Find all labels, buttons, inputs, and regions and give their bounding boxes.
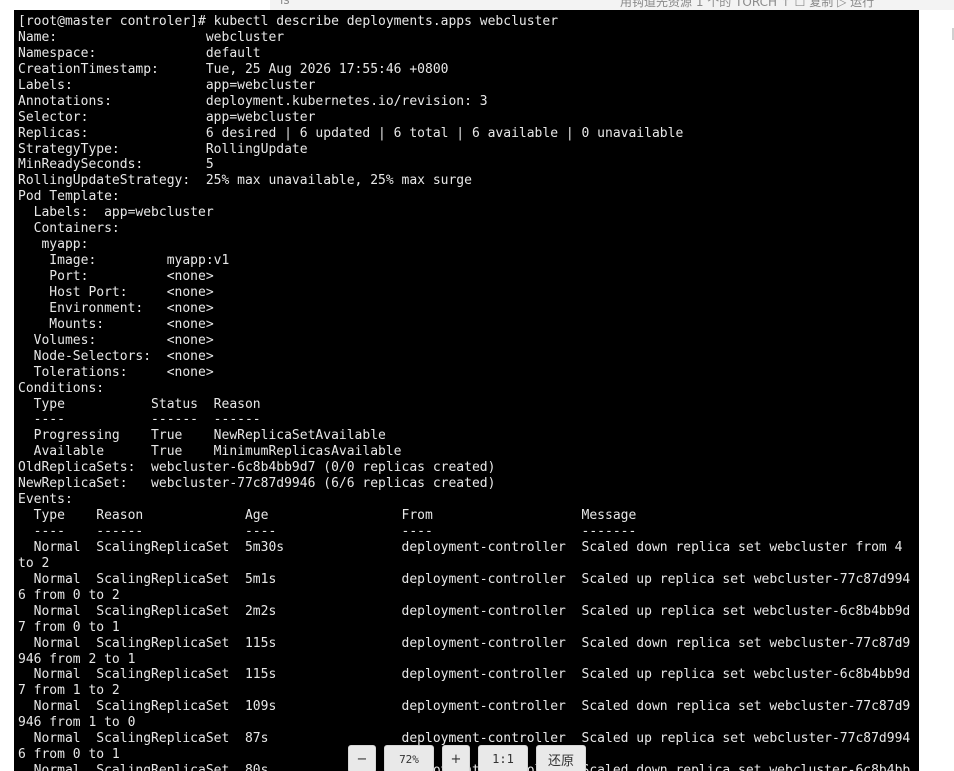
actual-size-button[interactable]: 1:1	[478, 745, 528, 771]
terminal-line: Volumes: <none>	[18, 332, 214, 348]
terminal-line: Available True MinimumReplicasAvailable	[18, 444, 402, 460]
terminal-line: ---- ------ ---- ---- -------	[18, 524, 637, 539]
terminal-line: Containers:	[18, 221, 120, 237]
terminal-line: Progressing True NewReplicaSetAvailable	[18, 428, 386, 444]
terminal-lines: [root@master controler]# kubectl describ…	[18, 14, 910, 771]
terminal-line: Type Status Reason	[18, 396, 261, 412]
terminal-output[interactable]: [root@master controler]# kubectl describ…	[14, 10, 919, 771]
terminal-line: Labels: app=webcluster	[18, 77, 316, 93]
background-window-edge	[919, 10, 954, 771]
terminal-line: CreationTimestamp: Tue, 25 Aug 2026 17:5…	[18, 61, 449, 77]
terminal-line: Normal ScalingReplicaSet 109s deployment…	[18, 699, 911, 715]
terminal-line: Normal ScalingReplicaSet 115s deployment…	[18, 667, 911, 683]
terminal-line: Labels: app=webcluster	[18, 205, 214, 221]
terminal-line: Normal ScalingReplicaSet 5m1s deployment…	[18, 571, 911, 587]
reset-zoom-button[interactable]: 还原	[536, 745, 586, 771]
terminal-line: 6 from 0 to 2	[18, 587, 120, 603]
background-window-text-left: ls	[280, 0, 290, 7]
terminal-line: MinReadySeconds: 5	[18, 157, 214, 173]
zoom-in-button[interactable]: +	[442, 745, 470, 771]
background-window-strip: ls 用钩道先资源 1 个的 TORCH ↑ ☐ 复制 ▷ 运行	[270, 0, 954, 10]
terminal-line: StrategyType: RollingUpdate	[18, 141, 308, 157]
terminal-line: ---- ------ ------	[18, 412, 261, 428]
terminal-line: Mounts: <none>	[18, 316, 214, 332]
terminal-line: Host Port: <none>	[18, 284, 214, 300]
terminal-line: Normal ScalingReplicaSet 115s deployment…	[18, 635, 911, 651]
terminal-line: [root@master controler]# kubectl describ…	[18, 14, 559, 29]
terminal-line: Conditions:	[18, 380, 105, 396]
terminal-line: 946 from 1 to 0	[18, 715, 136, 731]
terminal-line: Normal ScalingReplicaSet 5m30s deploymen…	[18, 539, 903, 555]
terminal-line: 946 from 2 to 1	[18, 651, 136, 667]
terminal-line: 7 from 1 to 2	[18, 683, 120, 699]
terminal-line: Annotations: deployment.kubernetes.io/re…	[18, 93, 488, 109]
image-zoom-toolbar: − 72% + 1:1 还原	[348, 745, 588, 771]
screen: ls 用钩道先资源 1 个的 TORCH ↑ ☐ 复制 ▷ 运行 [root@m…	[0, 0, 954, 771]
terminal-line: Tolerations: <none>	[18, 364, 214, 380]
terminal-line: NewReplicaSet: webcluster-77c87d9946 (6/…	[18, 476, 496, 492]
terminal-line: Namespace: default	[18, 45, 261, 61]
terminal-line: myapp:	[18, 237, 89, 253]
zoom-level-display: 72%	[384, 745, 434, 771]
terminal-line: Normal ScalingReplicaSet 2m2s deployment…	[18, 603, 911, 619]
terminal-line: Events:	[18, 492, 73, 508]
terminal-line: Type Reason Age From Message	[18, 508, 637, 524]
terminal-line: 7 from 0 to 1	[18, 619, 120, 635]
background-window-text-right: 用钩道先资源 1 个的 TORCH ↑ ☐ 复制 ▷ 运行	[620, 0, 875, 9]
terminal-line: OldReplicaSets: webcluster-6c8b4bb9d7 (0…	[18, 460, 496, 476]
terminal-line: Replicas: 6 desired | 6 updated | 6 tota…	[18, 125, 684, 141]
terminal-line: Node-Selectors: <none>	[18, 348, 214, 364]
terminal-line: Selector: app=webcluster	[18, 109, 316, 125]
terminal-line: Name: webcluster	[18, 29, 285, 45]
terminal-line: to 2	[18, 555, 50, 571]
terminal-line: Image: myapp:v1	[18, 253, 230, 269]
terminal-line: Port: <none>	[18, 269, 214, 284]
zoom-out-button[interactable]: −	[348, 745, 376, 771]
terminal-line: Pod Template:	[18, 189, 120, 205]
terminal-line: Environment: <none>	[18, 300, 214, 316]
terminal-line: RollingUpdateStrategy: 25% max unavailab…	[18, 173, 472, 189]
